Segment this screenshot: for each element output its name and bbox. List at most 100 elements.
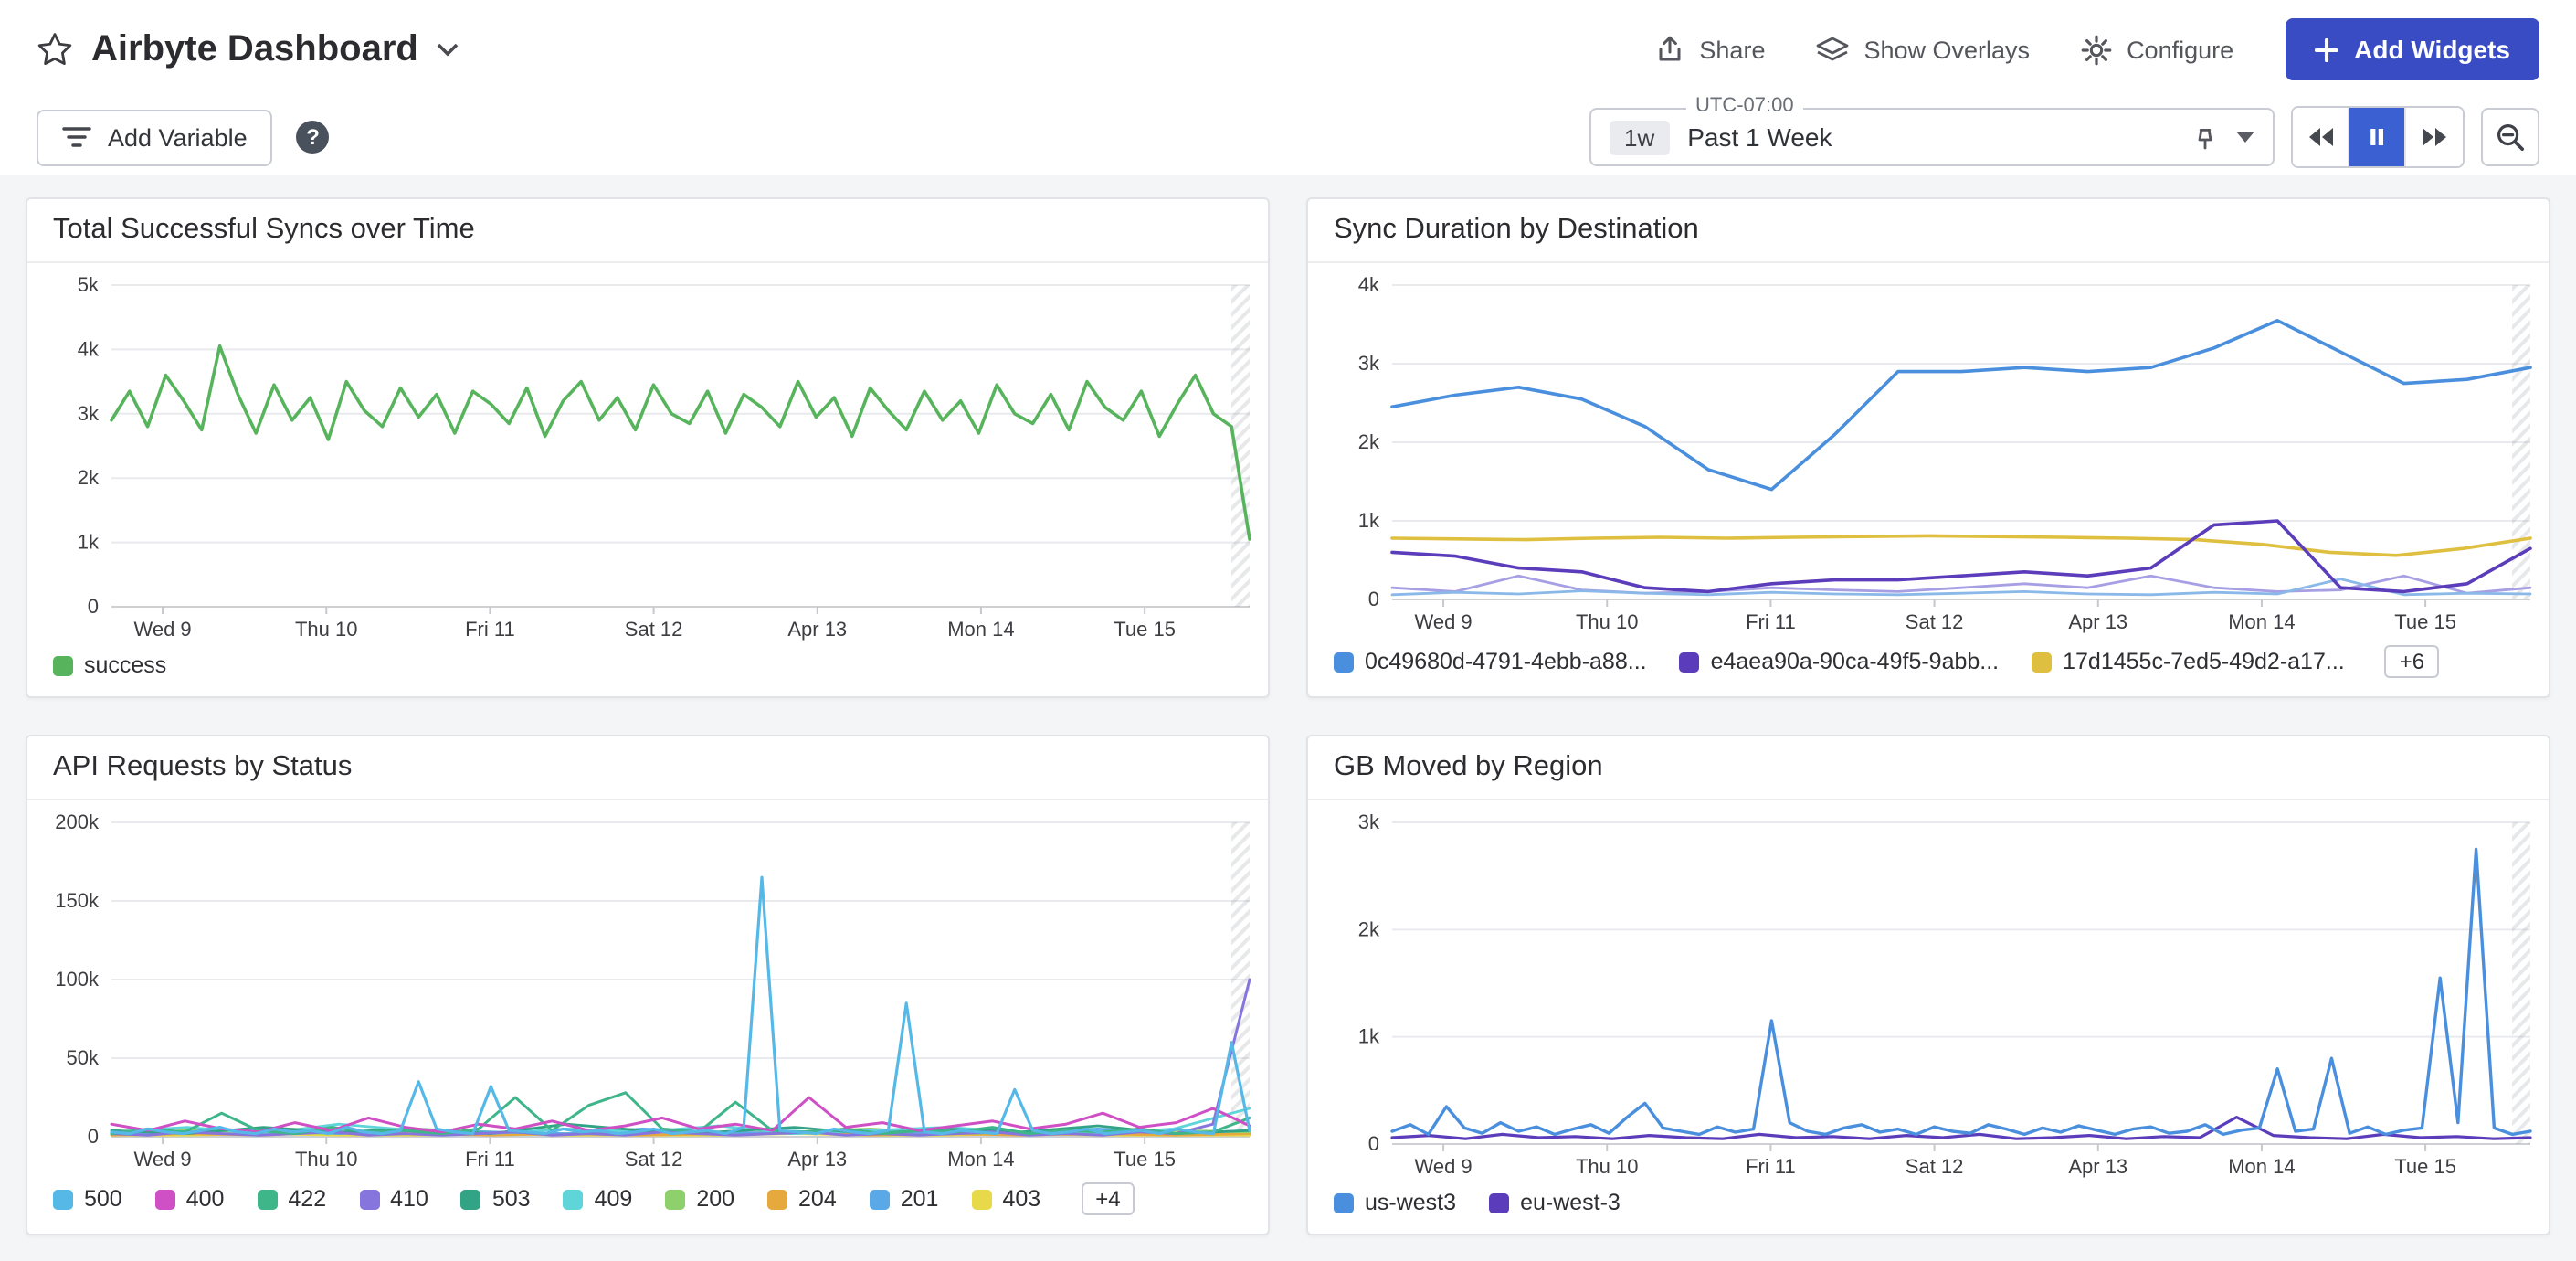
dashboard-title: Airbyte Dashboard — [91, 28, 418, 70]
add-variable-label: Add Variable — [108, 123, 248, 151]
line-chart[interactable]: 01k2k3k4k5kWed 9Thu 10Fri 11Sat 12Apr 13… — [27, 263, 1268, 643]
svg-text:Tue 15: Tue 15 — [2394, 1155, 2456, 1178]
add-widgets-button[interactable]: Add Widgets — [2285, 18, 2539, 80]
legend-item[interactable]: 200 — [665, 1186, 734, 1212]
legend-label: 200 — [696, 1186, 734, 1212]
svg-text:100k: 100k — [55, 968, 100, 991]
legend-item[interactable]: eu-west-3 — [1489, 1190, 1621, 1215]
svg-text:Thu 10: Thu 10 — [1576, 1155, 1639, 1178]
svg-text:Sat 12: Sat 12 — [625, 618, 683, 641]
legend-item[interactable]: e4aea90a-90ca-49f5-9abb... — [1680, 649, 2000, 674]
legend-item[interactable]: 503 — [461, 1186, 531, 1212]
svg-text:Apr 13: Apr 13 — [2068, 1155, 2127, 1178]
fast-forward-icon — [2420, 126, 2449, 148]
legend-item[interactable]: 204 — [767, 1186, 837, 1212]
add-variable-button[interactable]: Add Variable — [37, 109, 273, 165]
legend-swatch — [53, 1189, 73, 1209]
legend-item[interactable]: success — [53, 652, 166, 678]
chart-legend: success — [27, 643, 1268, 696]
range-chevron-down-icon[interactable] — [2236, 132, 2254, 143]
svg-text:5k: 5k — [78, 273, 100, 296]
svg-text:2k: 2k — [1358, 430, 1380, 453]
widget-total-successful-syncs: Total Successful Syncs over Time 01k2k3k… — [26, 197, 1270, 698]
svg-text:0: 0 — [1368, 588, 1379, 610]
legend-item[interactable]: 201 — [870, 1186, 939, 1212]
legend-label: 410 — [390, 1186, 428, 1212]
svg-text:Fri 11: Fri 11 — [465, 1148, 515, 1171]
widget-api-requests-by-status: API Requests by Status 050k100k150k200kW… — [26, 735, 1270, 1235]
legend-item[interactable]: 400 — [155, 1186, 225, 1212]
pause-button[interactable] — [2349, 108, 2406, 166]
svg-text:Mon 14: Mon 14 — [2228, 1155, 2295, 1178]
svg-text:2k: 2k — [1358, 917, 1380, 940]
legend-swatch — [2032, 652, 2052, 672]
chart-area: 050k100k150k200kWed 9Thu 10Fri 11Sat 12A… — [27, 800, 1268, 1173]
legend-item[interactable]: 0c49680d-4791-4ebb-a88... — [1334, 649, 1647, 674]
line-chart[interactable]: 050k100k150k200kWed 9Thu 10Fri 11Sat 12A… — [27, 800, 1268, 1173]
share-icon — [1655, 35, 1684, 64]
show-overlays-button[interactable]: Show Overlays — [1816, 36, 2030, 63]
line-chart[interactable]: 01k2k3k4kWed 9Thu 10Fri 11Sat 12Apr 13Mo… — [1308, 263, 2549, 636]
chart-area: 01k2k3kWed 9Thu 10Fri 11Sat 12Apr 13Mon … — [1308, 800, 2549, 1181]
chart-area: 01k2k3k4k5kWed 9Thu 10Fri 11Sat 12Apr 13… — [27, 263, 1268, 643]
legend-swatch — [1334, 1192, 1354, 1213]
svg-text:Mon 14: Mon 14 — [2228, 610, 2295, 633]
svg-text:0: 0 — [88, 1125, 99, 1148]
legend-overflow-badge[interactable]: +4 — [1081, 1182, 1135, 1215]
configure-button[interactable]: Configure — [2081, 34, 2233, 65]
legend-label: 503 — [492, 1186, 531, 1212]
legend-swatch — [971, 1189, 991, 1209]
legend-swatch — [767, 1189, 787, 1209]
line-chart[interactable]: 01k2k3kWed 9Thu 10Fri 11Sat 12Apr 13Mon … — [1308, 800, 2549, 1181]
legend-label: 400 — [186, 1186, 225, 1212]
legend-item[interactable]: 409 — [564, 1186, 633, 1212]
widget-gb-moved-by-region: GB Moved by Region 01k2k3kWed 9Thu 10Fri… — [1306, 735, 2550, 1235]
chart-legend: 0c49680d-4791-4ebb-a88... e4aea90a-90ca-4… — [1308, 636, 2549, 696]
legend-label: 422 — [288, 1186, 326, 1212]
fast-forward-button[interactable] — [2406, 108, 2463, 166]
zoom-out-icon — [2496, 122, 2525, 152]
svg-text:1k: 1k — [1358, 1025, 1380, 1048]
toolbar: Add Variable ? UTC-07:00 1w Past 1 Week — [0, 99, 2576, 175]
svg-text:Tue 15: Tue 15 — [2394, 610, 2456, 633]
filter-icon — [62, 126, 91, 148]
svg-text:0: 0 — [1368, 1132, 1379, 1155]
dashboard-app: Airbyte Dashboard Share Show Overlays Co… — [0, 0, 2576, 1261]
legend-item[interactable]: 422 — [257, 1186, 326, 1212]
svg-text:Tue 15: Tue 15 — [1114, 1148, 1176, 1171]
svg-text:Wed 9: Wed 9 — [133, 1148, 191, 1171]
pause-icon — [2366, 126, 2388, 148]
legend-item[interactable]: 410 — [359, 1186, 428, 1212]
svg-text:Fri 11: Fri 11 — [1746, 610, 1796, 633]
time-range-picker[interactable]: UTC-07:00 1w Past 1 Week — [1589, 108, 2275, 166]
legend-label: 409 — [595, 1186, 633, 1212]
widget-title: Sync Duration by Destination — [1308, 199, 2549, 263]
share-label: Share — [1699, 36, 1765, 63]
widgets-grid: Total Successful Syncs over Time 01k2k3k… — [0, 175, 2576, 1261]
rewind-button[interactable] — [2293, 108, 2349, 166]
widget-title: GB Moved by Region — [1308, 736, 2549, 800]
legend-item[interactable]: 500 — [53, 1186, 122, 1212]
title-chevron-down-icon[interactable] — [437, 42, 459, 57]
legend-label: 201 — [901, 1186, 939, 1212]
svg-text:Apr 13: Apr 13 — [787, 1148, 847, 1171]
range-short-chip[interactable]: 1w — [1610, 120, 1669, 154]
svg-text:4k: 4k — [1358, 273, 1380, 296]
legend-label: eu-west-3 — [1520, 1190, 1621, 1215]
legend-item[interactable]: 403 — [971, 1186, 1040, 1212]
help-icon[interactable]: ? — [297, 121, 330, 154]
svg-text:Tue 15: Tue 15 — [1114, 618, 1176, 641]
pin-icon[interactable] — [2192, 124, 2218, 150]
legend-item[interactable]: us-west3 — [1334, 1190, 1456, 1215]
legend-swatch — [1334, 652, 1354, 672]
zoom-out-button[interactable] — [2481, 108, 2539, 166]
legend-label: 17d1455c-7ed5-49d2-a17... — [2063, 649, 2345, 674]
legend-overflow-badge[interactable]: +6 — [2385, 645, 2439, 678]
favorite-star-button[interactable] — [37, 31, 73, 68]
range-label: Past 1 Week — [1687, 122, 2174, 152]
chart-area: 01k2k3k4kWed 9Thu 10Fri 11Sat 12Apr 13Mo… — [1308, 263, 2549, 636]
svg-text:Thu 10: Thu 10 — [295, 618, 358, 641]
svg-text:Thu 10: Thu 10 — [295, 1148, 358, 1171]
legend-item[interactable]: 17d1455c-7ed5-49d2-a17... — [2032, 649, 2345, 674]
share-button[interactable]: Share — [1655, 35, 1765, 64]
